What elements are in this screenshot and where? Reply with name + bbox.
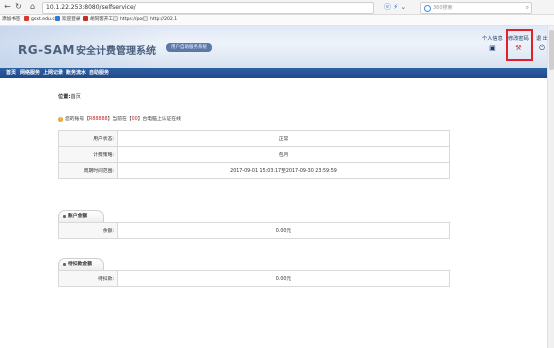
- balance-value: 0.00元: [117, 222, 450, 239]
- breadcrumb: 位置:首页: [58, 93, 81, 100]
- balance-table: 余额: 0.00元: [58, 222, 450, 239]
- online-notice: ! 您的账号【R88888】当前在【00】台电脑上认证在线: [58, 117, 181, 122]
- table-row: 余额: 0.00元: [58, 222, 450, 239]
- bullet-icon: [63, 215, 66, 218]
- address-bar[interactable]: 10.1.22.253:8080/selfservice/: [42, 2, 374, 14]
- pending-label: 待扣款:: [58, 270, 118, 287]
- app-header: RG-SAM安全计费管理系统 用户自助服务系统 个人信息 ▣ 修改密码 ⚒ 退 …: [0, 26, 554, 68]
- back-icon[interactable]: ←: [3, 2, 12, 11]
- table-row: 计费策略: 包月: [58, 146, 450, 163]
- balance-label: 余额:: [58, 222, 118, 239]
- bullet-icon: [63, 263, 66, 266]
- table-row: 用户状态: 正常: [58, 130, 450, 147]
- site-icon: [113, 16, 118, 21]
- search-placeholder: 360搜索: [433, 5, 453, 11]
- billing-policy-value: 包月: [117, 146, 450, 163]
- bookmarks-bar: 添加书签 gsxt.edu.cn 欢迎登录 胡同客开工业 https://por…: [0, 15, 554, 26]
- nav-home[interactable]: 首页: [6, 68, 16, 78]
- site-icon: [24, 16, 29, 21]
- system-name: 安全计费管理系统: [75, 46, 156, 57]
- site-icon: [83, 16, 88, 21]
- bookmark-item[interactable]: http://202.1: [143, 15, 177, 25]
- account-info-table: 用户状态: 正常 计费策略: 包月 周期时间范围: 2017-09-01 15:…: [58, 130, 450, 179]
- location-label: 位置:: [58, 94, 71, 100]
- bookmark-add[interactable]: 添加书签: [2, 15, 20, 25]
- security-icon[interactable]: ⓔ ⚡ ⌄: [384, 2, 406, 12]
- search-icon: [424, 5, 431, 12]
- status-label: 用户状态:: [58, 130, 118, 147]
- status-value: 正常: [117, 130, 450, 147]
- bookmark-item[interactable]: gsxt.edu.cn: [24, 15, 58, 25]
- cycle-range-label: 周期时间范围:: [58, 162, 118, 179]
- search-button-icon[interactable]: ⌕: [526, 3, 529, 13]
- table-row: 待扣款: 0.00元: [58, 270, 450, 287]
- site-icon: [55, 16, 60, 21]
- pending-table: 待扣款: 0.00元: [58, 270, 450, 287]
- page-scrollbar[interactable]: [547, 26, 554, 348]
- main-nav: 首页 网络服务 上网记录 账务流水 自助服务: [0, 68, 554, 78]
- bookmark-item[interactable]: 欢迎登录: [55, 15, 80, 25]
- warning-icon: !: [58, 117, 63, 122]
- nav-billing-flow[interactable]: 账务流水: [66, 68, 86, 78]
- site-icon: [143, 16, 148, 21]
- pending-amount-tab: 待扣款金额: [58, 258, 104, 270]
- nav-network-service[interactable]: 网络服务: [20, 68, 40, 78]
- home-icon[interactable]: ⌂: [28, 2, 37, 11]
- nav-self-service[interactable]: 自助服务: [89, 68, 109, 78]
- profile-label: 个人信息: [482, 36, 503, 42]
- power-icon: ⏻: [539, 44, 545, 52]
- cycle-range-value: 2017-09-01 15:03:17至2017-09-30 23:59:59: [117, 162, 450, 179]
- id-card-icon: ▣: [489, 44, 496, 52]
- refresh-icon[interactable]: ↻: [14, 2, 23, 11]
- pending-value: 0.00元: [117, 270, 450, 287]
- location-value: 首页: [70, 94, 81, 100]
- highlight-box: [506, 29, 533, 61]
- app-logo: RG-SAM安全计费管理系统: [18, 42, 156, 57]
- address-url: 10.1.22.253:8080/selfservice/: [46, 4, 136, 11]
- scrollbar-thumb[interactable]: [549, 30, 554, 70]
- brand-name: RG-SAM: [18, 43, 75, 57]
- search-input[interactable]: 360搜索 ⌕: [420, 2, 532, 14]
- nav-online-records[interactable]: 上网记录: [43, 68, 63, 78]
- account-number: R88888: [89, 117, 108, 122]
- browser-toolbar: ← ↻ ⌂ 10.1.22.253:8080/selfservice/ ⓔ ⚡ …: [0, 0, 554, 15]
- account-balance-tab: 账户金额: [58, 210, 104, 222]
- bookmark-item[interactable]: https://port: [113, 15, 146, 25]
- profile-button[interactable]: 个人信息 ▣: [482, 35, 503, 52]
- system-subtitle: 用户自助服务系统: [166, 43, 212, 52]
- table-row: 周期时间范围: 2017-09-01 15:03:17至2017-09-30 2…: [58, 162, 450, 179]
- billing-policy-label: 计费策略:: [58, 146, 118, 163]
